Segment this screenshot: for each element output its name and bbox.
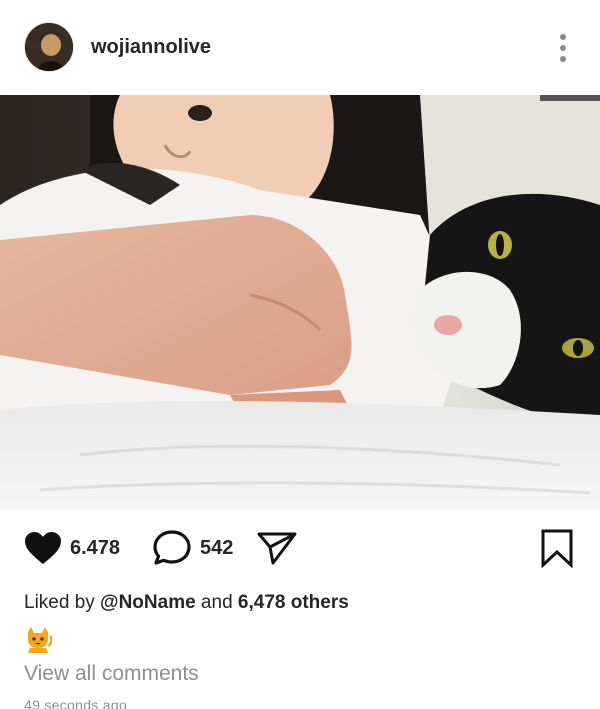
post-image: [0, 95, 600, 510]
caption-emoji: [28, 627, 53, 653]
comment-bubble-icon: [153, 530, 191, 565]
save-button[interactable]: [540, 528, 574, 568]
heart-icon: [25, 532, 61, 564]
more-vertical-icon: [560, 34, 566, 40]
comment-button[interactable]: 542: [152, 528, 233, 568]
post-actions: 6.478 542: [0, 518, 600, 578]
liked-by-mid: and: [195, 592, 238, 613]
paper-plane-icon: [257, 532, 297, 565]
bookmark-icon: [541, 529, 573, 568]
liked-by-others-link[interactable]: 6,478 others: [238, 592, 349, 613]
liked-by-prefix: Liked by: [24, 592, 101, 613]
user-avatar[interactable]: [24, 22, 74, 72]
post-timestamp: 49 seconds ago: [24, 697, 128, 709]
view-all-comments-link[interactable]: View all comments: [24, 662, 199, 686]
like-count: 6.478: [70, 536, 121, 559]
post-photo[interactable]: [0, 95, 600, 510]
avatar-image: [25, 23, 73, 71]
likes-summary: Liked by @NoName and 6,478 others: [24, 592, 349, 614]
comment-count: 542: [200, 536, 234, 559]
share-button[interactable]: [256, 528, 298, 568]
liked-by-user-link[interactable]: @NoName: [100, 592, 196, 613]
username[interactable]: wojiannolive: [91, 36, 211, 59]
cat-emoji-icon: [24, 626, 53, 654]
like-button[interactable]: 6.478: [24, 528, 120, 568]
more-options-button[interactable]: [548, 30, 578, 66]
post-header: wojiannolive: [0, 0, 600, 95]
